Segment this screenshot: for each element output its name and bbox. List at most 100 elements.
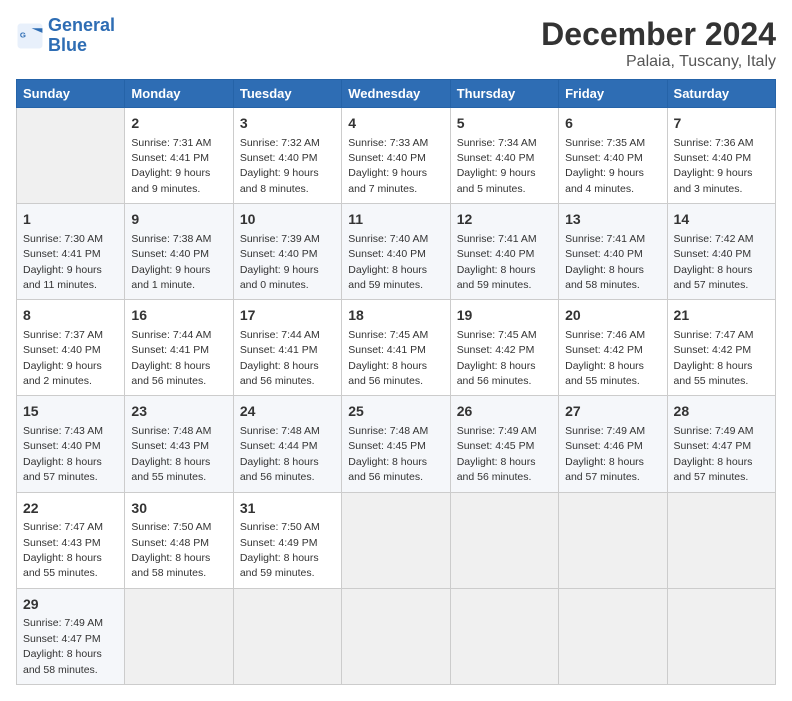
calendar-day-cell: 29 Sunrise: 7:49 AM Sunset: 4:47 PM Dayl… <box>17 588 125 684</box>
daylight-info: Daylight: 9 hours and 2 minutes. <box>23 360 102 387</box>
calendar-day-cell: 24 Sunrise: 7:48 AM Sunset: 4:44 PM Dayl… <box>233 396 341 492</box>
daylight-info: Daylight: 8 hours and 55 minutes. <box>565 360 644 387</box>
logo-blue: Blue <box>48 35 87 55</box>
sunrise-info: Sunrise: 7:39 AM <box>240 233 320 245</box>
sunset-info: Sunset: 4:49 PM <box>240 537 318 549</box>
calendar-day-cell: 28 Sunrise: 7:49 AM Sunset: 4:47 PM Dayl… <box>667 396 775 492</box>
calendar-day-cell: 2 Sunrise: 7:31 AM Sunset: 4:41 PM Dayli… <box>125 108 233 204</box>
day-number: 3 <box>240 114 335 134</box>
sunset-info: Sunset: 4:44 PM <box>240 440 318 452</box>
sunrise-info: Sunrise: 7:46 AM <box>565 329 645 341</box>
daylight-info: Daylight: 9 hours and 8 minutes. <box>240 167 319 194</box>
calendar-day-cell <box>342 588 450 684</box>
sunrise-info: Sunrise: 7:42 AM <box>674 233 754 245</box>
day-number: 9 <box>131 210 226 230</box>
sunset-info: Sunset: 4:46 PM <box>565 440 643 452</box>
calendar-day-cell: 26 Sunrise: 7:49 AM Sunset: 4:45 PM Dayl… <box>450 396 558 492</box>
day-number: 5 <box>457 114 552 134</box>
sunrise-info: Sunrise: 7:45 AM <box>457 329 537 341</box>
sunrise-info: Sunrise: 7:49 AM <box>23 617 103 629</box>
daylight-info: Daylight: 8 hours and 58 minutes. <box>23 648 102 675</box>
calendar-day-cell: 22 Sunrise: 7:47 AM Sunset: 4:43 PM Dayl… <box>17 492 125 588</box>
daylight-info: Daylight: 8 hours and 55 minutes. <box>131 456 210 483</box>
daylight-info: Daylight: 9 hours and 1 minute. <box>131 264 210 291</box>
sunrise-info: Sunrise: 7:47 AM <box>23 521 103 533</box>
calendar-day-cell: 11 Sunrise: 7:40 AM Sunset: 4:40 PM Dayl… <box>342 204 450 300</box>
sunset-info: Sunset: 4:40 PM <box>348 152 426 164</box>
day-number: 8 <box>23 306 118 326</box>
day-number: 2 <box>131 114 226 134</box>
daylight-info: Daylight: 8 hours and 56 minutes. <box>240 456 319 483</box>
calendar-day-cell: 17 Sunrise: 7:44 AM Sunset: 4:41 PM Dayl… <box>233 300 341 396</box>
daylight-info: Daylight: 9 hours and 0 minutes. <box>240 264 319 291</box>
daylight-info: Daylight: 9 hours and 7 minutes. <box>348 167 427 194</box>
sunrise-info: Sunrise: 7:44 AM <box>240 329 320 341</box>
sunset-info: Sunset: 4:43 PM <box>23 537 101 549</box>
day-number: 21 <box>674 306 769 326</box>
day-number: 6 <box>565 114 660 134</box>
col-thursday: Thursday <box>450 80 558 108</box>
logo-icon: G <box>16 22 44 50</box>
calendar-day-cell: 21 Sunrise: 7:47 AM Sunset: 4:42 PM Dayl… <box>667 300 775 396</box>
sunset-info: Sunset: 4:40 PM <box>565 152 643 164</box>
daylight-info: Daylight: 8 hours and 56 minutes. <box>457 456 536 483</box>
day-number: 24 <box>240 402 335 422</box>
sunrise-info: Sunrise: 7:50 AM <box>131 521 211 533</box>
day-number: 16 <box>131 306 226 326</box>
sunrise-info: Sunrise: 7:34 AM <box>457 137 537 149</box>
day-number: 7 <box>674 114 769 134</box>
col-monday: Monday <box>125 80 233 108</box>
day-number: 27 <box>565 402 660 422</box>
sunset-info: Sunset: 4:40 PM <box>131 248 209 260</box>
daylight-info: Daylight: 8 hours and 56 minutes. <box>348 456 427 483</box>
daylight-info: Daylight: 8 hours and 56 minutes. <box>457 360 536 387</box>
sunrise-info: Sunrise: 7:37 AM <box>23 329 103 341</box>
sunset-info: Sunset: 4:41 PM <box>131 344 209 356</box>
sunset-info: Sunset: 4:40 PM <box>240 248 318 260</box>
sunset-info: Sunset: 4:42 PM <box>674 344 752 356</box>
sunset-info: Sunset: 4:41 PM <box>131 152 209 164</box>
calendar-day-cell: 9 Sunrise: 7:38 AM Sunset: 4:40 PM Dayli… <box>125 204 233 300</box>
calendar-day-cell: 7 Sunrise: 7:36 AM Sunset: 4:40 PM Dayli… <box>667 108 775 204</box>
calendar-day-cell: 3 Sunrise: 7:32 AM Sunset: 4:40 PM Dayli… <box>233 108 341 204</box>
sunset-info: Sunset: 4:41 PM <box>240 344 318 356</box>
sunrise-info: Sunrise: 7:41 AM <box>457 233 537 245</box>
calendar-day-cell: 25 Sunrise: 7:48 AM Sunset: 4:45 PM Dayl… <box>342 396 450 492</box>
calendar-day-cell <box>450 492 558 588</box>
sunset-info: Sunset: 4:41 PM <box>23 248 101 260</box>
day-number: 28 <box>674 402 769 422</box>
sunrise-info: Sunrise: 7:45 AM <box>348 329 428 341</box>
sunset-info: Sunset: 4:42 PM <box>457 344 535 356</box>
calendar-day-cell: 1 Sunrise: 7:30 AM Sunset: 4:41 PM Dayli… <box>17 204 125 300</box>
daylight-info: Daylight: 8 hours and 56 minutes. <box>240 360 319 387</box>
calendar-day-cell: 19 Sunrise: 7:45 AM Sunset: 4:42 PM Dayl… <box>450 300 558 396</box>
calendar-day-cell: 8 Sunrise: 7:37 AM Sunset: 4:40 PM Dayli… <box>17 300 125 396</box>
daylight-info: Daylight: 8 hours and 57 minutes. <box>23 456 102 483</box>
day-number: 19 <box>457 306 552 326</box>
day-number: 17 <box>240 306 335 326</box>
daylight-info: Daylight: 8 hours and 56 minutes. <box>131 360 210 387</box>
daylight-info: Daylight: 8 hours and 58 minutes. <box>565 264 644 291</box>
calendar-week-row: 15 Sunrise: 7:43 AM Sunset: 4:40 PM Dayl… <box>17 396 776 492</box>
day-number: 30 <box>131 499 226 519</box>
daylight-info: Daylight: 8 hours and 59 minutes. <box>348 264 427 291</box>
daylight-info: Daylight: 9 hours and 5 minutes. <box>457 167 536 194</box>
sunset-info: Sunset: 4:40 PM <box>348 248 426 260</box>
calendar-week-row: 1 Sunrise: 7:30 AM Sunset: 4:41 PM Dayli… <box>17 204 776 300</box>
sunset-info: Sunset: 4:40 PM <box>674 248 752 260</box>
calendar-day-cell <box>233 588 341 684</box>
sunrise-info: Sunrise: 7:31 AM <box>131 137 211 149</box>
sunset-info: Sunset: 4:40 PM <box>674 152 752 164</box>
day-number: 14 <box>674 210 769 230</box>
sunrise-info: Sunrise: 7:48 AM <box>131 425 211 437</box>
calendar-day-cell: 15 Sunrise: 7:43 AM Sunset: 4:40 PM Dayl… <box>17 396 125 492</box>
sunrise-info: Sunrise: 7:44 AM <box>131 329 211 341</box>
calendar-day-cell <box>17 108 125 204</box>
daylight-info: Daylight: 8 hours and 58 minutes. <box>131 552 210 579</box>
calendar-day-cell: 18 Sunrise: 7:45 AM Sunset: 4:41 PM Dayl… <box>342 300 450 396</box>
sunset-info: Sunset: 4:47 PM <box>674 440 752 452</box>
calendar-day-cell: 12 Sunrise: 7:41 AM Sunset: 4:40 PM Dayl… <box>450 204 558 300</box>
daylight-info: Daylight: 9 hours and 11 minutes. <box>23 264 102 291</box>
daylight-info: Daylight: 8 hours and 56 minutes. <box>348 360 427 387</box>
daylight-info: Daylight: 8 hours and 57 minutes. <box>674 264 753 291</box>
